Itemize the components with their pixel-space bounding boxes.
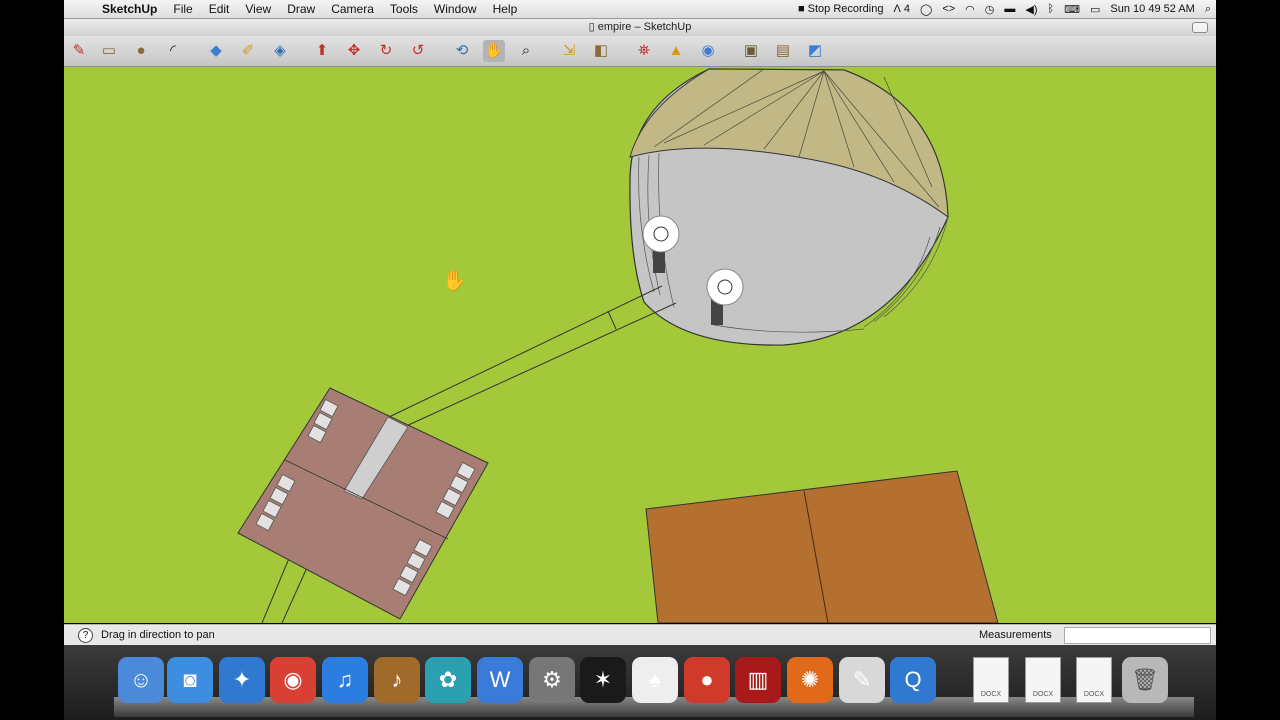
status-message: Drag in direction to pan (101, 629, 215, 641)
menu-tools[interactable]: Tools (382, 2, 426, 16)
menu-edit[interactable]: Edit (201, 2, 238, 16)
pan-cursor-icon: ✋ (442, 268, 467, 292)
game-icon[interactable]: ✿ (425, 657, 471, 703)
tool-palette: ✎ ▭ ● ◜ ◆ ✐ ◈ ⬆ ✥ ↻ ↺ ⟲ ✋ ⌕ ⇲ ◧ ⛯ ▲ ◉ ▣ … (64, 36, 1216, 67)
rotate-icon[interactable]: ↻ (375, 40, 397, 62)
menu-help[interactable]: Help (485, 2, 526, 16)
chrome-icon[interactable]: ◉ (270, 657, 316, 703)
roof-slab (645, 470, 999, 623)
geo-photo-icon[interactable]: ◉ (697, 40, 719, 62)
bubble-status-icon[interactable]: ◯ (915, 3, 937, 16)
screenflow-icon[interactable]: ✺ (787, 657, 833, 703)
word-icon[interactable]: W (477, 657, 523, 703)
docx-file-icon[interactable]: DOCX (1076, 657, 1112, 703)
model-viewport[interactable]: ✋ (64, 67, 1216, 623)
trash-icon[interactable]: 🗑 (1122, 657, 1168, 703)
zoom-extents-icon[interactable]: ⇲ (558, 40, 580, 62)
wifi-icon[interactable]: ◠ (960, 3, 980, 16)
pan-icon[interactable]: ✋ (483, 40, 505, 62)
toggle-terrain-icon[interactable]: ▲ (665, 40, 687, 62)
menu-bar: SketchUp File Edit View Draw Camera Tool… (64, 0, 1216, 19)
window-title: empire – SketchUp (597, 21, 692, 33)
measurements-input[interactable] (1064, 627, 1211, 644)
orbit-icon[interactable]: ⟲ (451, 40, 473, 62)
circle-icon[interactable]: ● (130, 40, 152, 62)
model-drawing: ✋ (237, 68, 999, 623)
menu-sketchup[interactable]: SketchUp (94, 2, 165, 16)
battery-icon[interactable]: ▭ (1085, 3, 1105, 16)
itunes-icon[interactable]: ♫ (322, 657, 368, 703)
paint-bucket-icon[interactable]: ◈ (269, 40, 291, 62)
arc-icon[interactable]: ◜ (162, 40, 184, 62)
system-preferences-icon[interactable]: ⚙ (529, 657, 575, 703)
document-icon: ▯ (588, 21, 595, 33)
sketchup-icon[interactable]: ✎ (839, 657, 885, 703)
facetime-icon[interactable]: ◙ (167, 657, 213, 703)
display-icon[interactable]: ▬ (999, 3, 1020, 15)
time-machine-icon[interactable]: ◷ (980, 3, 1000, 16)
window-title-bar: ▯ empire – SketchUp (64, 19, 1216, 36)
move-icon[interactable]: ✥ (343, 40, 365, 62)
dome-model (629, 68, 949, 346)
toolbar-toggle-button[interactable] (1192, 22, 1208, 33)
seating-building (237, 387, 489, 620)
spotlight-icon[interactable]: ⌕ (1200, 3, 1216, 16)
input-source-icon[interactable]: ⌨ (1059, 3, 1085, 16)
menu-draw[interactable]: Draw (279, 2, 323, 16)
add-location-icon[interactable]: ⛯ (633, 40, 655, 62)
stop-recording-button[interactable]: ■ Stop Recording (793, 3, 889, 15)
bluetooth-icon[interactable]: ᛒ (1043, 3, 1060, 15)
photo-booth-icon[interactable]: ▥ (735, 657, 781, 703)
adobe-status-icon[interactable]: Ʌ 4 (888, 3, 915, 15)
finder-icon[interactable]: ☺ (118, 657, 164, 703)
docx-file-icon[interactable]: DOCX (1025, 657, 1061, 703)
angry-birds-icon[interactable]: ● (684, 657, 730, 703)
quicktime-icon[interactable]: Q (890, 657, 936, 703)
solitaire-icon[interactable]: ♠ (632, 657, 678, 703)
pencil-icon[interactable]: ✎ (68, 40, 90, 62)
share-model-icon[interactable]: ▤ (772, 40, 794, 62)
menu-camera[interactable]: Camera (323, 2, 382, 16)
dock: ☺ ◙ ✦ ◉ ♫ ♪ ✿ W ⚙ ✶ ♠ ● ▥ ✺ ✎ Q DOCX DOC… (64, 645, 1216, 720)
docx-file-icon[interactable]: DOCX (973, 657, 1009, 703)
offset-icon[interactable]: ↺ (407, 40, 429, 62)
get-models-icon[interactable]: ▣ (740, 40, 762, 62)
volume-icon[interactable]: ◀) (1020, 3, 1042, 16)
tape-measure-icon[interactable]: ✐ (237, 40, 259, 62)
instructor-help-icon[interactable]: ? (78, 628, 93, 643)
menu-clock[interactable]: Sun 10 49 52 AM (1105, 3, 1199, 15)
push-pull-icon[interactable]: ⬆ (311, 40, 333, 62)
rectangle-icon[interactable]: ▭ (98, 40, 120, 62)
share-component-icon[interactable]: ◩ (804, 40, 826, 62)
garageband-icon[interactable]: ♪ (374, 657, 420, 703)
code-status-icon[interactable]: <> (937, 3, 960, 15)
eraser-icon[interactable]: ◆ (205, 40, 227, 62)
safari-icon[interactable]: ✦ (219, 657, 265, 703)
zoom-icon[interactable]: ⌕ (515, 40, 537, 62)
menu-window[interactable]: Window (426, 2, 485, 16)
menu-view[interactable]: View (237, 2, 279, 16)
previous-view-icon[interactable]: ◧ (590, 40, 612, 62)
status-bar: ? Drag in direction to pan Measurements (64, 624, 1216, 646)
measurements-label: Measurements (979, 629, 1052, 641)
menu-file[interactable]: File (165, 2, 200, 16)
motion-icon[interactable]: ✶ (580, 657, 626, 703)
